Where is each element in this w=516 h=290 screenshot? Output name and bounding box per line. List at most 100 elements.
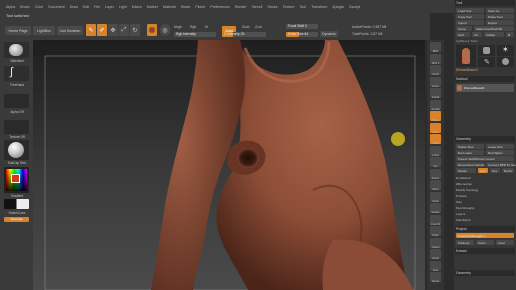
project-label: Project bbox=[456, 227, 467, 231]
smt-button[interactable]: Smt bbox=[478, 168, 488, 173]
tool-thumbnail-cylinder[interactable] bbox=[478, 45, 495, 56]
outer-button[interactable]: Outer bbox=[476, 240, 494, 245]
menu-item-stroke[interactable]: Stroke bbox=[267, 5, 277, 9]
menu-item-movie[interactable]: Movie bbox=[181, 5, 191, 9]
menu-item-zplugin[interactable]: Zplugin bbox=[332, 5, 344, 9]
menu-item-texture[interactable]: Texture bbox=[283, 5, 295, 9]
export-button[interactable]: Export bbox=[486, 20, 514, 25]
move-button[interactable]: ✥ bbox=[108, 24, 118, 36]
lightbox-tools-link[interactable]: Lightbox ▸ Tools bbox=[456, 39, 514, 43]
fibermesh-item[interactable]: FiberMesh bbox=[456, 218, 471, 222]
farthest-button[interactable]: Farthest bbox=[456, 240, 474, 245]
menu-item-edit[interactable]: Edit bbox=[83, 5, 89, 9]
brush-button[interactable] bbox=[4, 42, 29, 58]
draw-size-slider[interactable]: Draw Size 64 bbox=[286, 32, 318, 37]
copy-tool-button[interactable]: Copy Tool bbox=[456, 14, 484, 19]
tool-thumbnail-simple[interactable]: ✎ bbox=[478, 57, 495, 67]
menu-item-document[interactable]: Document bbox=[48, 5, 64, 9]
m-button[interactable]: M bbox=[205, 25, 208, 29]
make-polymesh-button[interactable]: Make PolyMesh3D bbox=[474, 26, 514, 31]
lightbox-button[interactable]: LightBox bbox=[33, 26, 55, 35]
subtool-item[interactable]: WomanBase04 bbox=[456, 84, 514, 92]
layers-item[interactable]: Layers bbox=[456, 212, 465, 216]
menu-item-stencil[interactable]: Stencil bbox=[252, 5, 263, 9]
draw-size-label: Draw Size 64 bbox=[288, 32, 309, 37]
alpha-button[interactable] bbox=[4, 94, 29, 108]
viewport-canvas[interactable] bbox=[33, 40, 425, 290]
switch-color-button[interactable]: SwitchColor bbox=[2, 211, 32, 215]
color-picker[interactable] bbox=[4, 167, 29, 193]
visible-button[interactable]: Visible bbox=[484, 32, 504, 37]
menu-item-draw[interactable]: Draw bbox=[70, 5, 78, 9]
focal-shift-label: Focal Shift 0 bbox=[288, 24, 307, 29]
convert-bpr-button[interactable]: Convert BPR To Geo bbox=[486, 162, 516, 167]
alternate-button[interactable]: Alternate bbox=[4, 217, 29, 222]
menu-item-marker[interactable]: Marker bbox=[147, 5, 158, 9]
tool-thumbnail-sphere[interactable] bbox=[497, 57, 514, 67]
menu-item-render[interactable]: Render bbox=[235, 5, 247, 9]
menu-item-zscript[interactable]: Zscript bbox=[349, 5, 360, 9]
del-higher-button[interactable]: Del Higher bbox=[486, 150, 514, 155]
live-boolean-button[interactable]: Live Boolean bbox=[57, 26, 83, 35]
reuv-button[interactable]: ReUV bbox=[502, 168, 514, 173]
scale-button[interactable]: ⤢ bbox=[119, 24, 129, 36]
menu-item-brush[interactable]: Brush bbox=[20, 5, 29, 9]
menu-item-tool[interactable]: Tool bbox=[300, 5, 307, 9]
suv-button[interactable]: Suv bbox=[490, 168, 500, 173]
sculpt-model[interactable] bbox=[33, 40, 425, 290]
modify-topology-item[interactable]: Modify Topology bbox=[456, 188, 478, 192]
gradient-swatch[interactable] bbox=[4, 199, 29, 209]
r-button[interactable]: R bbox=[506, 32, 514, 37]
menu-item-picker[interactable]: Picker bbox=[195, 5, 205, 9]
home-page-button[interactable]: Home Page bbox=[5, 26, 31, 35]
menu-item-color[interactable]: Color bbox=[35, 5, 44, 9]
rgb-button[interactable]: Rgb bbox=[190, 25, 196, 29]
meshintegrity-item[interactable]: MeshIntegrity bbox=[456, 206, 475, 210]
paste-tool-button[interactable]: Paste Tool bbox=[486, 14, 514, 19]
lower-res-button[interactable]: Lower Res bbox=[486, 144, 514, 149]
menu-item-macro[interactable]: Macro bbox=[132, 5, 142, 9]
del-lower-button[interactable]: Del Lower bbox=[456, 150, 484, 155]
position-item[interactable]: Position bbox=[456, 194, 467, 198]
freeze-subdiv-button[interactable]: Freeze SubDivision Levels bbox=[456, 156, 514, 161]
menu-item-material[interactable]: Material bbox=[163, 5, 176, 9]
dynamic-button[interactable]: Dynamic bbox=[320, 31, 338, 37]
clone-button[interactable]: Clone bbox=[456, 26, 472, 31]
size-item[interactable]: Size bbox=[456, 200, 462, 204]
menu-item-light[interactable]: Light bbox=[119, 5, 127, 9]
material-mode-button[interactable] bbox=[147, 24, 157, 36]
draw-button[interactable]: ✐ bbox=[97, 24, 107, 36]
reconstruct-subdiv-button[interactable]: Reconstruct Subdiv bbox=[456, 162, 485, 167]
menu-item-file[interactable]: File bbox=[94, 5, 100, 9]
zremesher-item[interactable]: ZRemesher bbox=[456, 182, 472, 186]
inner-button[interactable]: Inner bbox=[496, 240, 514, 245]
edit-button[interactable]: ✎ bbox=[86, 24, 96, 36]
zcut-button[interactable]: Zcut bbox=[255, 25, 262, 29]
tool-thumbnail-main[interactable] bbox=[456, 45, 476, 67]
mrgb-button[interactable]: Mrgb bbox=[174, 25, 182, 29]
focal-shift-slider[interactable]: Focal Shift 0 bbox=[286, 24, 318, 29]
projection-strength-slider[interactable]: ProjectionStrength 1 bbox=[456, 233, 514, 238]
menu-item-transform[interactable]: Transform bbox=[311, 5, 327, 9]
divide-button[interactable]: Divide bbox=[456, 168, 476, 173]
rgb-intensity-slider[interactable]: Rgb Intensity bbox=[174, 32, 216, 37]
load-tool-button[interactable]: Load Tool bbox=[456, 8, 484, 13]
import-button[interactable]: Import bbox=[456, 20, 484, 25]
scale-icon: ⤢ bbox=[121, 26, 127, 33]
save-as-button[interactable]: Save As bbox=[486, 8, 514, 13]
all-button[interactable]: All bbox=[472, 32, 482, 37]
z-intensity-slider[interactable]: Z Intensity 25 bbox=[222, 32, 266, 37]
material-button[interactable] bbox=[4, 140, 29, 160]
rotate-button[interactable]: ↻ bbox=[130, 24, 140, 36]
texture-button[interactable] bbox=[4, 120, 29, 134]
menu-item-alpha[interactable]: Alpha bbox=[6, 5, 15, 9]
menu-item-preferences[interactable]: Preferences bbox=[210, 5, 229, 9]
zsub-button[interactable]: Zsub bbox=[242, 25, 250, 29]
dynamesh-item[interactable]: DynaMesh bbox=[456, 176, 471, 180]
tool-thumbnail-polymesh[interactable]: ✶ bbox=[497, 45, 514, 56]
menu-item-layer[interactable]: Layer bbox=[105, 5, 114, 9]
goz-button[interactable]: GoZ bbox=[456, 32, 470, 37]
higher-res-button[interactable]: Higher Res bbox=[456, 144, 484, 149]
gyro-button[interactable]: ◎ bbox=[160, 24, 170, 36]
stroke-button[interactable]: ∫ bbox=[4, 66, 29, 81]
